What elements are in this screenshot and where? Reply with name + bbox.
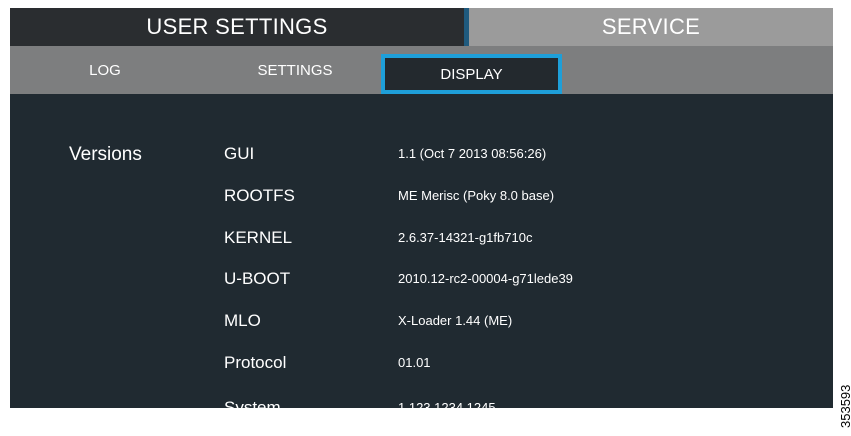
subtab-display[interactable]: DISPLAY (381, 54, 562, 94)
version-label: GUI (224, 144, 255, 163)
version-row-rootfs: ROOTFS ME Merisc (Poky 8.0 base) (10, 181, 833, 211)
version-row-mlo: MLO X-Loader 1.44 (ME) (10, 306, 833, 336)
version-row-uboot: U-BOOT 2010.12-rc2-00004-g71lede39 (10, 264, 833, 294)
version-value: X-Loader 1.44 (ME) (398, 313, 513, 328)
version-value: 01.01 (398, 355, 431, 370)
version-value: 2010.12-rc2-00004-g71lede39 (398, 271, 573, 286)
version-value: ME Merisc (Poky 8.0 base) (398, 188, 555, 203)
version-label: MLO (224, 311, 261, 330)
tab-service-label: SERVICE (601, 14, 701, 39)
tab-user-settings[interactable]: USER SETTINGS (10, 8, 464, 46)
version-row-system: System 1.123.1234.1245 (10, 393, 833, 408)
tab-service[interactable]: SERVICE (469, 8, 833, 46)
top-tab-bar: USER SETTINGS SERVICE (10, 8, 833, 46)
version-value: 2.6.37-14321-g1fb710c (398, 230, 533, 245)
subtab-settings[interactable]: SETTINGS (200, 46, 390, 94)
figure-id: 353593 (838, 384, 851, 428)
version-row-protocol: Protocol 01.01 (10, 348, 833, 378)
version-label: ROOTFS (224, 186, 295, 205)
tab-user-settings-label: USER SETTINGS (146, 14, 328, 39)
subtab-display-label: DISPLAY (440, 65, 503, 83)
version-label: Protocol (224, 353, 287, 372)
subtab-settings-label: SETTINGS (257, 61, 333, 79)
version-label: U-BOOT (224, 269, 291, 288)
device-screen: USER SETTINGS SERVICE LOG SETTINGS DISPL… (10, 8, 833, 408)
subtab-log-label: LOG (89, 61, 121, 79)
subtab-log[interactable]: LOG (10, 46, 200, 94)
version-label: KERNEL (224, 228, 293, 247)
version-label: System (224, 398, 281, 408)
version-row-kernel: KERNEL 2.6.37-14321-g1fb710c (10, 223, 833, 253)
version-row-gui: GUI 1.1 (Oct 7 2013 08:56:26) (10, 139, 833, 169)
version-value: 1.1 (Oct 7 2013 08:56:26) (398, 146, 547, 161)
sub-tab-bar: LOG SETTINGS DISPLAY (10, 46, 833, 94)
version-value: 1.123.1234.1245 (398, 400, 496, 408)
